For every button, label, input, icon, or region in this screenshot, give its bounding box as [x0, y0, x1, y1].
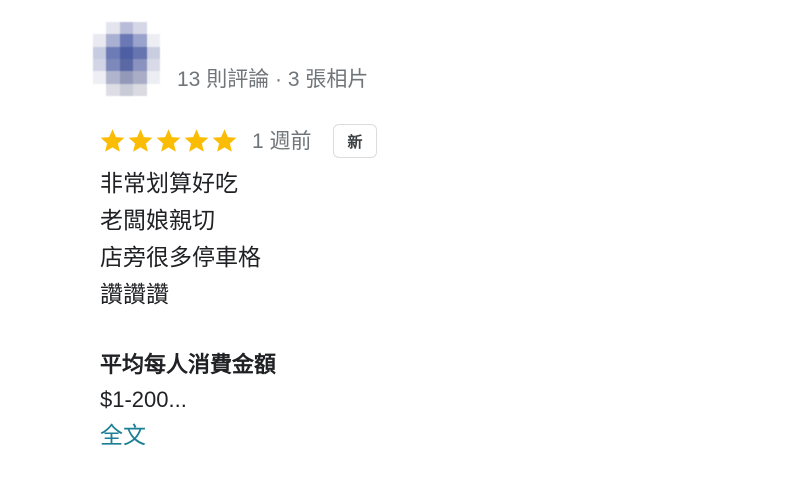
- avatar-pixel: [119, 71, 134, 84]
- avatar-pixel: [133, 22, 147, 35]
- avatar-pixel: [133, 58, 147, 72]
- star-icon: [212, 129, 237, 152]
- price-label: 平均每人消費金額: [100, 352, 277, 377]
- avatar-pixel: [93, 84, 106, 96]
- avatar-pixel: [106, 34, 120, 47]
- avatar-pixel: [119, 22, 134, 35]
- new-badge: 新: [333, 124, 377, 158]
- read-more-link[interactable]: 全文: [100, 417, 146, 453]
- star-rating: [100, 128, 237, 153]
- review-text-line: 讚讚讚: [100, 281, 169, 307]
- avatar-pixel: [146, 71, 160, 84]
- review-text: 非常划算好吃 老闆娘親切店旁很多停車格 讚讚讚: [100, 165, 261, 313]
- review-time: 1 週前: [252, 130, 312, 153]
- avatar-pixel: [119, 46, 134, 59]
- avatar-pixel: [93, 22, 106, 34]
- avatar-pixel: [119, 83, 134, 96]
- avatar-pixel: [147, 84, 160, 96]
- avatar-pixel: [93, 46, 107, 59]
- avatar[interactable]: [93, 22, 160, 96]
- avatar-pixel: [119, 58, 134, 72]
- avatar-pixel: [146, 46, 160, 59]
- avatar-pixel: [133, 71, 147, 84]
- avatar-pixel: [133, 46, 147, 59]
- reviewer-stats[interactable]: 13 則評論 · 3 張相片: [177, 66, 368, 94]
- avatar-pixel: [106, 83, 120, 96]
- review-text-line: 店旁很多停車格: [100, 244, 261, 270]
- star-icon: [128, 129, 153, 152]
- review-text-line: 非常划算好吃: [100, 170, 238, 196]
- avatar-pixel: [133, 34, 147, 47]
- avatar-pixel: [106, 71, 120, 84]
- avatar-pixel: [93, 58, 107, 72]
- avatar-pixel: [146, 34, 160, 47]
- avatar-pixel: [133, 83, 147, 96]
- star-icon: [184, 129, 209, 152]
- price-value: $1-200...: [100, 387, 187, 412]
- avatar-pixel: [106, 22, 120, 35]
- star-icon: [100, 129, 125, 152]
- review-card: 13 則評論 · 3 張相片 1 週前 新 非常划算好吃 老闆娘親切店旁很多停車格…: [0, 0, 800, 500]
- review-text-line: 老闆娘親切: [100, 207, 215, 233]
- avatar-pixel: [106, 46, 120, 59]
- star-icon: [156, 129, 181, 152]
- avatar-pixel: [106, 58, 120, 72]
- avatar-pixel: [93, 34, 107, 47]
- avatar-pixel: [93, 71, 107, 84]
- avatar-pixel: [147, 22, 160, 34]
- avatar-pixel: [119, 34, 134, 47]
- avatar-pixel: [146, 58, 160, 72]
